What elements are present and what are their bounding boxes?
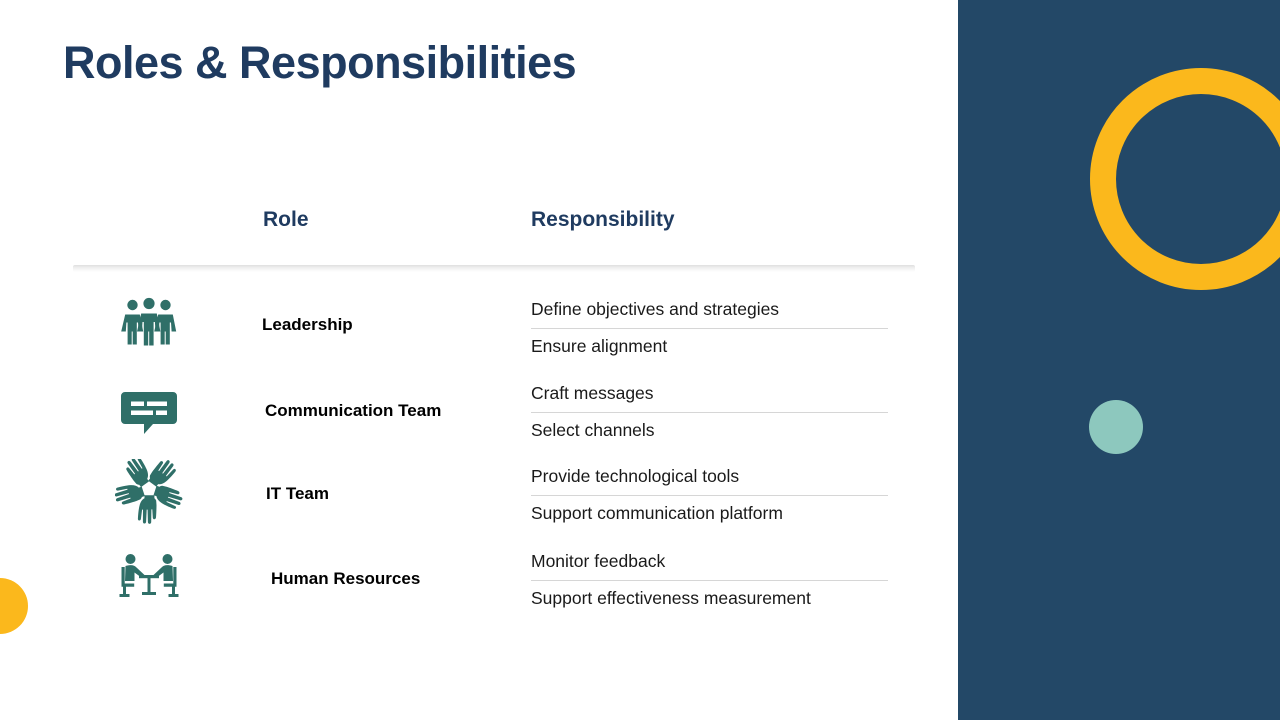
responsibility-item: Monitor feedback xyxy=(531,552,888,581)
meeting-table-icon xyxy=(117,550,181,606)
role-label: Communication Team xyxy=(265,401,442,420)
role-label: Leadership xyxy=(262,315,353,334)
responsibility-item: Ensure alignment xyxy=(531,335,668,356)
responsibility-item: Select channels xyxy=(531,419,655,440)
teamwork-hands-icon xyxy=(115,459,183,527)
table-row: Communication Team Craft messages Select… xyxy=(0,380,958,464)
mint-circle-shape xyxy=(1089,400,1143,454)
role-label: IT Team xyxy=(266,484,329,503)
column-header-responsibility: Responsibility xyxy=(531,208,675,231)
responsibility-item: Craft messages xyxy=(531,384,888,413)
slide-canvas: Roles & Responsibilities Role Responsibi… xyxy=(0,0,1280,720)
header-divider xyxy=(73,265,915,272)
navy-side-panel xyxy=(958,0,1280,720)
table-row: Human Resources Monitor feedback Support… xyxy=(0,548,958,632)
table-row: Leadership Define objectives and strateg… xyxy=(0,295,958,379)
responsibility-cell: Monitor feedback Support effectiveness m… xyxy=(531,552,911,616)
column-header-role: Role xyxy=(263,208,309,231)
responsibility-cell: Define objectives and strategies Ensure … xyxy=(531,300,911,364)
table-row: IT Team Provide technological tools Supp… xyxy=(0,459,958,546)
responsibility-item: Provide technological tools xyxy=(531,467,888,496)
responsibility-cell: Provide technological tools Support comm… xyxy=(531,467,911,531)
yellow-ring-shape xyxy=(1090,68,1280,290)
speech-bubble-icon xyxy=(118,380,180,442)
responsibility-item: Define objectives and strategies xyxy=(531,300,888,329)
page-title: Roles & Responsibilities xyxy=(63,37,577,88)
responsibility-item: Support communication platform xyxy=(531,502,783,523)
responsibility-cell: Craft messages Select channels xyxy=(531,384,911,448)
three-people-icon xyxy=(118,295,180,357)
responsibility-item: Support effectiveness measurement xyxy=(531,587,811,608)
role-label: Human Resources xyxy=(271,569,421,588)
